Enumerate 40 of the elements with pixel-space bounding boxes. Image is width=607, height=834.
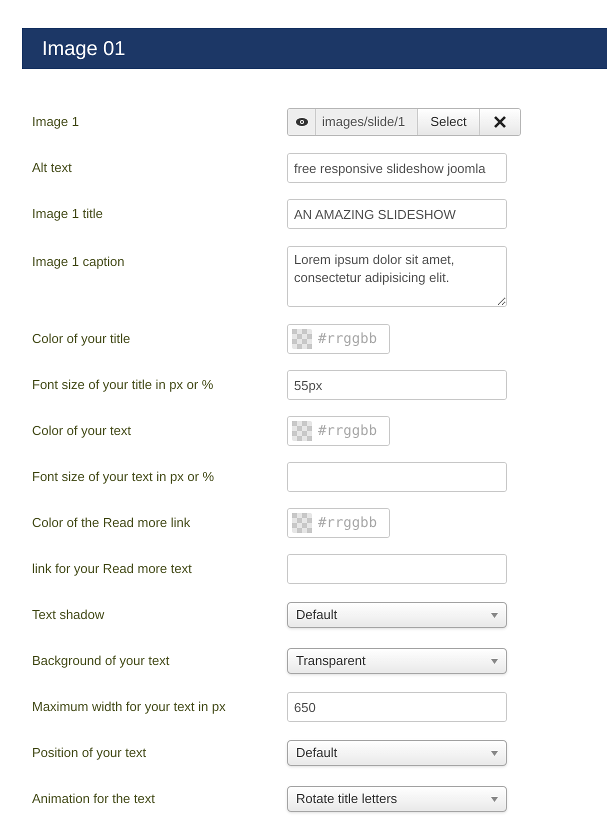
caret-icon [491,612,498,618]
field-label: Color of the Read more link [32,514,192,532]
caret-icon [491,750,498,756]
field-label: Font size of your text in px or % [32,468,216,486]
field-label: Image 1 caption [32,253,126,271]
close-icon [494,116,506,128]
field-label: Image 1 [32,113,80,132]
clear-button[interactable] [480,109,520,135]
dropdown[interactable]: Rotate title letters [287,786,507,812]
field-label: Position of your text [32,744,148,762]
field-label: Image 1 title [32,205,104,224]
section-title: Image 01 [42,36,126,62]
field-label: link for your Read more text [32,560,193,578]
field-label: Font size of your title in px or % [32,376,214,394]
caret-icon [491,658,498,664]
checkerboard-icon [292,329,312,349]
image-path-field[interactable]: images/slide/1 [316,109,418,135]
dropdown[interactable]: Default [287,740,507,766]
text-field[interactable] [287,462,507,492]
preview-button[interactable] [288,109,316,135]
text-field[interactable]: 650 [287,692,507,722]
caret-icon [491,796,498,802]
field-label: Alt text [32,159,73,178]
text-field[interactable] [287,554,507,584]
field-label: Text shadow [32,606,106,624]
field-label: Maximum width for your text in px [32,698,227,716]
caption-field[interactable]: Lorem ipsum dolor sit amet, consectetur adipisicing elit. [287,246,507,307]
text-field[interactable]: free responsive slideshow joomla [287,153,507,183]
field-label: Animation for the text [32,790,156,808]
field-label: Background of your text [32,652,170,670]
text-field[interactable]: AN AMAZING SLIDESHOW [287,199,507,229]
dropdown[interactable]: Default [287,602,507,628]
checkerboard-icon [292,513,312,533]
field-label: Color of your text [32,422,132,440]
checkerboard-icon [292,421,312,441]
text-field[interactable]: 55px [287,370,507,400]
eye-icon [296,118,308,126]
select-button[interactable]: Select [418,109,480,135]
field-label: Color of your title [32,330,132,348]
dropdown[interactable]: Transparent [287,648,507,674]
